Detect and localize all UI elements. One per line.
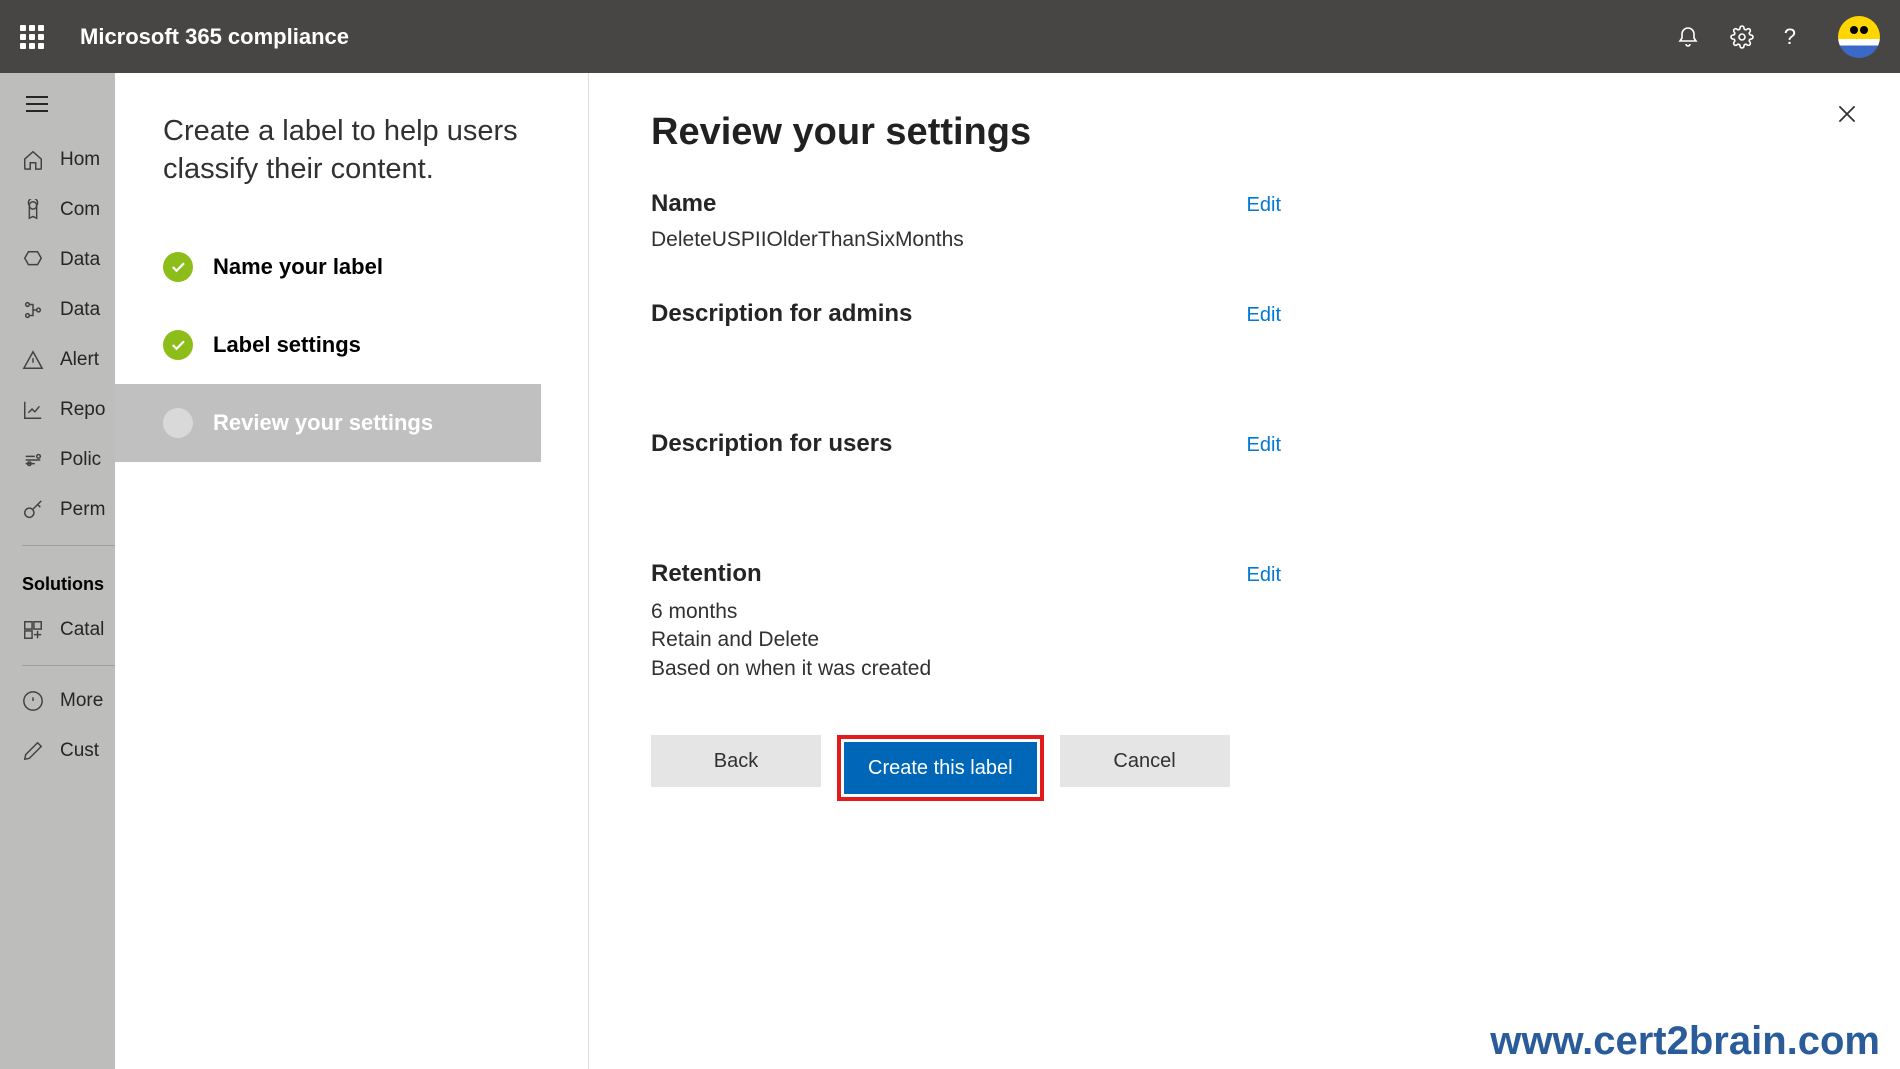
settings-gear-icon[interactable] <box>1730 25 1754 49</box>
checkmark-icon <box>163 330 193 360</box>
current-step-icon <box>163 408 193 438</box>
retention-action: Retain and Delete <box>651 626 1838 654</box>
admin-desc-label: Description for admins <box>651 300 912 328</box>
edit-retention-link[interactable]: Edit <box>1247 564 1281 587</box>
watermark: www.cert2brain.com <box>1490 1019 1880 1064</box>
name-label: Name <box>651 190 716 218</box>
wizard-steps-panel: Create a label to help users classify th… <box>115 73 589 1069</box>
step-label: Review your settings <box>213 410 433 436</box>
admin-desc-value <box>651 338 1281 360</box>
retention-field-row: Retention Edit <box>651 560 1281 588</box>
retention-value: 6 months Retain and Delete Based on when… <box>651 598 1838 683</box>
app-launcher-icon[interactable] <box>20 25 44 49</box>
header-actions: ? <box>1676 16 1880 58</box>
edit-user-desc-link[interactable]: Edit <box>1247 434 1281 457</box>
create-label-modal: Create a label to help users classify th… <box>115 73 1900 1069</box>
user-desc-value <box>651 468 1281 490</box>
user-avatar[interactable] <box>1838 16 1880 58</box>
edit-name-link[interactable]: Edit <box>1247 194 1281 217</box>
step-review-settings[interactable]: Review your settings <box>115 384 541 462</box>
modal-content: Review your settings Name Edit DeleteUSP… <box>589 73 1900 1069</box>
retention-basis: Based on when it was created <box>651 655 1838 683</box>
highlight-annotation: Create this label <box>837 735 1044 801</box>
admin-desc-field-row: Description for admins Edit <box>651 300 1281 328</box>
app-title: Microsoft 365 compliance <box>80 24 1676 50</box>
user-desc-field-row: Description for users Edit <box>651 430 1281 458</box>
content-heading: Review your settings <box>651 111 1838 154</box>
step-label: Label settings <box>213 332 361 358</box>
user-desc-label: Description for users <box>651 430 892 458</box>
checkmark-icon <box>163 252 193 282</box>
retention-duration: 6 months <box>651 598 1838 626</box>
step-label: Name your label <box>213 254 383 280</box>
step-label-settings[interactable]: Label settings <box>115 306 540 384</box>
edit-admin-desc-link[interactable]: Edit <box>1247 304 1281 327</box>
name-field-row: Name Edit <box>651 190 1281 218</box>
notifications-icon[interactable] <box>1676 25 1700 49</box>
action-buttons: Back Create this label Cancel <box>651 735 1838 801</box>
wizard-panel-title: Create a label to help users classify th… <box>163 113 540 188</box>
name-value: DeleteUSPIIOlderThanSixMonths <box>651 228 1281 252</box>
cancel-button[interactable]: Cancel <box>1060 735 1230 787</box>
retention-label: Retention <box>651 560 762 588</box>
back-button[interactable]: Back <box>651 735 821 787</box>
help-icon[interactable]: ? <box>1784 24 1796 50</box>
app-header: Microsoft 365 compliance ? <box>0 0 1900 73</box>
step-name-your-label[interactable]: Name your label <box>115 228 540 306</box>
close-button[interactable] <box>1834 101 1860 132</box>
create-label-button[interactable]: Create this label <box>844 742 1037 794</box>
